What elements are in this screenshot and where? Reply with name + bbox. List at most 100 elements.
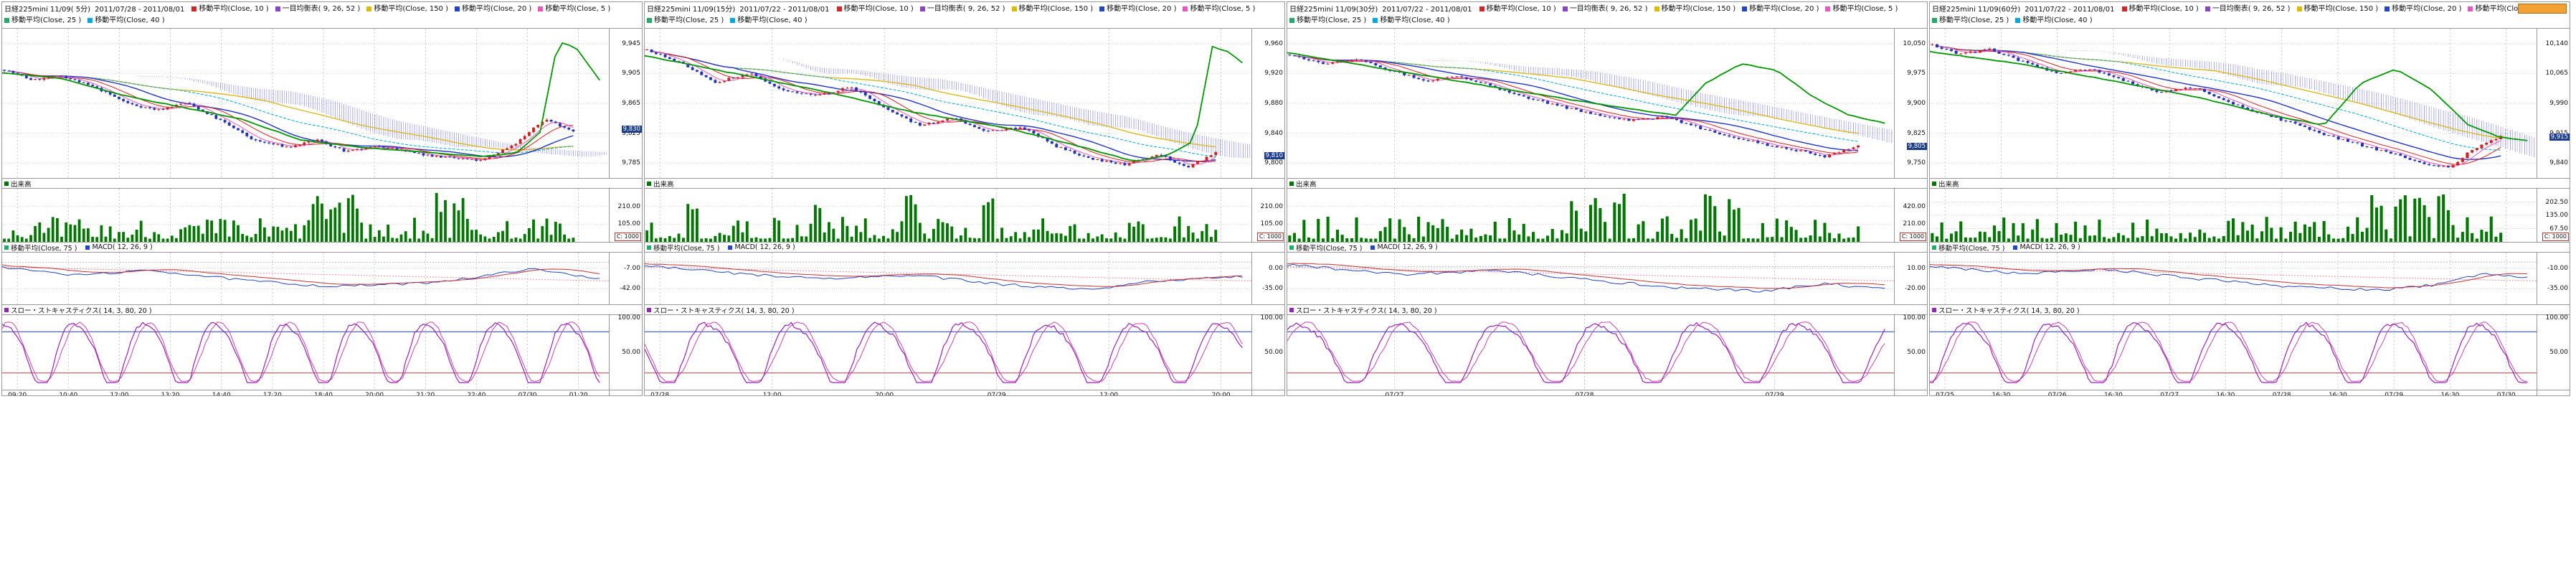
macd-section-label: 移動平均(Close, 75 ) MACD( 12, 26, 9 ) bbox=[645, 242, 1284, 252]
stoch-label: スロー・ストキャスティクス( 14, 3, 80, 20 ) bbox=[653, 305, 795, 315]
indicator-item-label: 移動平均(Close, 20 ) bbox=[2392, 4, 2461, 14]
axis-tick-label: 9,880 bbox=[1264, 100, 1283, 107]
candlestick-canvas bbox=[1287, 29, 1894, 178]
time-axis: 07/2516:3007/2616:3007/2716:3007/2816:30… bbox=[1930, 390, 2570, 396]
indicator-item: 移動平均(Close, 10 ) bbox=[191, 4, 268, 14]
volume-canvas bbox=[1930, 189, 2537, 242]
price-chart[interactable] bbox=[645, 29, 1251, 178]
axis-tick-label: 50.00 bbox=[1264, 349, 1283, 356]
indicator-item: 移動平均(Close, 25 ) bbox=[1932, 15, 2009, 26]
price-chart[interactable] bbox=[1930, 29, 2537, 178]
indicator-chip-icon bbox=[2122, 6, 2127, 11]
indicator-item: 移動平均(Close, 25 ) bbox=[1289, 15, 1366, 26]
panel-header: 日経225mini 11/09( 5分) 2011/07/28 - 2011/0… bbox=[2, 2, 642, 28]
indicator-item: 移動平均(Close, 20 ) bbox=[1742, 4, 1819, 14]
ma75-chip-icon bbox=[647, 245, 651, 250]
indicator-chip-icon bbox=[1373, 18, 1378, 23]
indicator-chip-icon bbox=[1825, 6, 1830, 11]
time-label: 07/29 bbox=[988, 392, 1006, 396]
stoch-axis: 100.0050.00 bbox=[2537, 315, 2570, 390]
time-axis-labels: 09:2010:4012:0013:2014:4017:2018:4020:00… bbox=[2, 390, 609, 396]
price-chart[interactable] bbox=[1287, 29, 1894, 178]
time-axis-labels: 07/2516:3007/2616:3007/2716:3007/2816:30… bbox=[1930, 390, 2537, 396]
time-label: 16:30 bbox=[2329, 392, 2347, 396]
indicator-item: 移動平均(Close, 40 ) bbox=[87, 15, 164, 26]
time-axis-labels: 07/2812:0020:0007/2912:0020:00 bbox=[645, 390, 1251, 396]
indicator-item: 移動平均(Close, 150 ) bbox=[366, 4, 448, 14]
axis-tick-label: 100.00 bbox=[1261, 314, 1284, 322]
indicator-chip-icon bbox=[920, 6, 925, 11]
stoch-section-label: スロー・ストキャスティクス( 14, 3, 80, 20 ) bbox=[1930, 304, 2570, 314]
macd-chart[interactable] bbox=[645, 253, 1251, 304]
stochastics-chart[interactable] bbox=[1287, 315, 1894, 390]
volume-chip-icon bbox=[1932, 182, 1936, 186]
volume-chart[interactable] bbox=[2, 189, 609, 242]
axis-tick-label: 50.00 bbox=[2549, 349, 2568, 356]
indicator-list-1: 移動平均(Close, 10 )一目均衡表( 9, 26, 52 )移動平均(C… bbox=[837, 4, 1262, 15]
macd-canvas bbox=[2, 253, 609, 304]
indicator-item: 移動平均(Close, 40 ) bbox=[1373, 15, 1449, 26]
ma75-chip-icon bbox=[1932, 245, 1936, 250]
indicator-item-label: 移動平均(Close, 150 ) bbox=[2304, 4, 2379, 14]
stochastics-chart[interactable] bbox=[645, 315, 1251, 390]
time-label: 17:20 bbox=[263, 392, 282, 396]
time-label: 07/30 bbox=[2497, 392, 2516, 396]
date-range: 2011/07/22 - 2011/08/01 bbox=[1382, 4, 1472, 15]
macd-axis: 0.00-35.00 bbox=[1251, 253, 1284, 304]
indicator-chip-icon bbox=[2385, 6, 2390, 11]
price-chart[interactable] bbox=[2, 29, 609, 178]
last-price-tag: 9,805 bbox=[1907, 143, 1927, 150]
volume-section-label: 出来高 bbox=[1287, 178, 1927, 188]
macd-label: MACD( 12, 26, 9 ) bbox=[2019, 243, 2080, 251]
time-axis-corner bbox=[1251, 390, 1284, 396]
last-price-tag: 9,915 bbox=[2549, 133, 2570, 141]
axis-tick-label: 10.00 bbox=[1907, 265, 1926, 272]
price-axis: 9,810 9,9609,9209,8809,8409,800 bbox=[1251, 29, 1284, 178]
axis-tick-label: 9,960 bbox=[1264, 40, 1283, 47]
axis-tick-label: 9,990 bbox=[2549, 100, 2568, 107]
macd-chart[interactable] bbox=[1930, 253, 2537, 304]
time-label: 07/28 bbox=[1576, 392, 1594, 396]
indicator-chip-icon bbox=[647, 18, 652, 23]
stochastics-chart[interactable] bbox=[2, 315, 609, 390]
indicator-chip-icon bbox=[1012, 6, 1017, 11]
indicator-item: 移動平均(Close, 40 ) bbox=[730, 15, 807, 26]
indicator-chip-icon bbox=[2468, 6, 2473, 11]
time-label: 12:00 bbox=[1099, 392, 1118, 396]
macd-chart[interactable] bbox=[2, 253, 609, 304]
time-label: 20:00 bbox=[365, 392, 384, 396]
time-label: 16:30 bbox=[2440, 392, 2459, 396]
volume-axis: C: 1000 210.00105.00 bbox=[609, 189, 642, 242]
axis-tick-label: 9,825 bbox=[1907, 130, 1926, 137]
time-axis-corner bbox=[2537, 390, 2570, 396]
indicator-item: 移動平均(Close, 20 ) bbox=[1099, 4, 1176, 14]
volume-label: 出来高 bbox=[1938, 179, 1959, 189]
time-label: 13:20 bbox=[161, 392, 180, 396]
indicator-chip-icon bbox=[1654, 6, 1659, 11]
indicator-item: 移動平均(Close, 150 ) bbox=[1012, 4, 1094, 14]
macd-chip-icon bbox=[2013, 245, 2017, 250]
chart-panel: 日経225mini 11/09( 5分) 2011/07/28 - 2011/0… bbox=[1, 1, 643, 396]
stochastics-chart[interactable] bbox=[1930, 315, 2537, 390]
volume-chart[interactable] bbox=[1287, 189, 1894, 242]
indicator-item: 一目均衡表( 9, 26, 52 ) bbox=[1563, 4, 1648, 14]
volume-chart[interactable] bbox=[645, 189, 1251, 242]
axis-tick-label: 9,750 bbox=[1907, 159, 1926, 166]
volume-chart[interactable] bbox=[1930, 189, 2537, 242]
axis-tick-label: 202.50 bbox=[2546, 199, 2569, 206]
volume-chip-icon bbox=[4, 182, 9, 186]
indicator-list-1: 移動平均(Close, 10 )一目均衡表( 9, 26, 52 )移動平均(C… bbox=[191, 4, 617, 15]
axis-tick-label: 105.00 bbox=[618, 220, 641, 227]
volume-canvas bbox=[2, 189, 609, 242]
volume-scale-box: C: 1000 bbox=[2542, 233, 2569, 241]
macd-chart[interactable] bbox=[1287, 253, 1894, 304]
indicator-item-label: 移動平均(Close, 40 ) bbox=[1380, 15, 1449, 26]
indicator-chip-icon bbox=[2297, 6, 2302, 11]
macd-axis: 10.00-20.00 bbox=[1894, 253, 1927, 304]
indicator-item: 移動平均(Close, 10 ) bbox=[837, 4, 914, 14]
candlestick-canvas bbox=[1930, 29, 2537, 178]
indicator-item-label: 移動平均(Close, 5 ) bbox=[1832, 4, 1898, 14]
indicator-list-2: 移動平均(Close, 25 ) 移動平均(Close, 40 ) bbox=[1932, 15, 2099, 27]
indicator-item: 移動平均(Close, 40 ) bbox=[2015, 15, 2092, 26]
macd-canvas bbox=[645, 253, 1251, 304]
